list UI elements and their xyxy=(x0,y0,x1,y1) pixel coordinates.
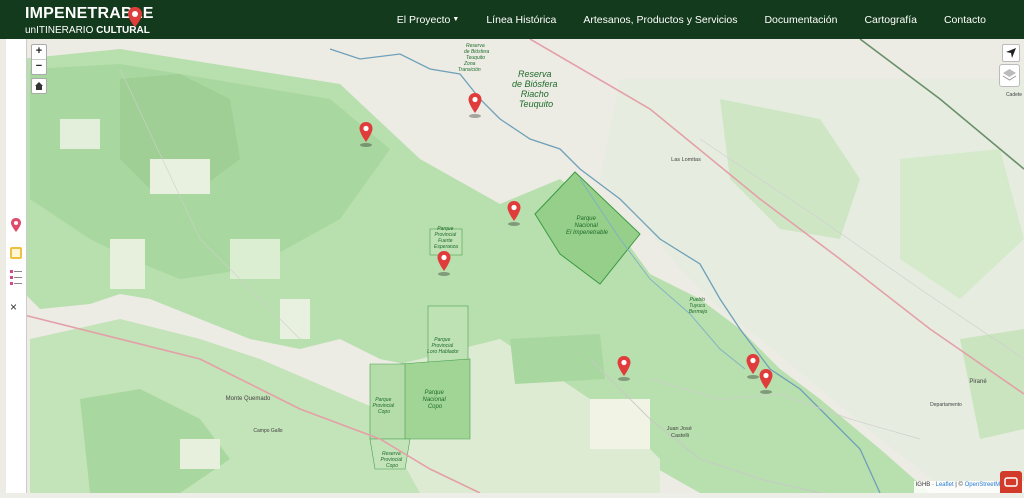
logo-pin-icon xyxy=(128,7,142,27)
attribution-sep: | © xyxy=(953,482,965,488)
logo-main: ITINERARIO xyxy=(36,25,94,36)
legend-list-icon[interactable] xyxy=(9,269,23,289)
navigation-arrow-icon xyxy=(1006,48,1016,58)
map-marker-icon[interactable] xyxy=(358,121,374,147)
navbar: IMPENETRABLE unITINERARIO CULTURAL El Pr… xyxy=(0,0,1024,39)
book-icon[interactable] xyxy=(8,245,24,261)
nav-cartografia[interactable]: Cartografía xyxy=(864,14,917,26)
attribution-prefix: IGHB · xyxy=(915,482,936,488)
svg-text:Campo Gallo: Campo Gallo xyxy=(253,428,282,434)
layer-sidebar[interactable]: × xyxy=(6,39,27,493)
nav-linea-historica[interactable]: Línea Histórica xyxy=(486,14,556,26)
svg-text:Las Lomitas: Las Lomitas xyxy=(671,157,701,163)
close-icon[interactable]: × xyxy=(10,300,17,314)
svg-text:Departamento: Departamento xyxy=(930,402,962,408)
map-marker-icon[interactable] xyxy=(467,92,483,118)
leaflet-link[interactable]: Leaflet xyxy=(936,482,954,488)
svg-text:Pueblo Tuyucu Berm: Pueblo Tuyucu Bermejo xyxy=(689,297,708,315)
caret-down-icon: ▼ xyxy=(452,16,460,24)
logo-prefix: un xyxy=(25,25,37,36)
map-marker-icon[interactable] xyxy=(616,355,632,381)
svg-text:Monte Quemado: Monte Quemado xyxy=(226,396,271,402)
layers-button[interactable] xyxy=(999,64,1020,87)
home-button[interactable] xyxy=(31,78,47,94)
map-marker-icon[interactable] xyxy=(506,200,522,226)
zoom-out-button[interactable]: − xyxy=(32,60,46,74)
nav-artesanos[interactable]: Artesanos, Productos y Servicios xyxy=(583,14,737,26)
map-pin-icon[interactable] xyxy=(10,217,22,233)
layers-icon xyxy=(1002,69,1017,81)
nav-contacto[interactable]: Contacto xyxy=(944,14,986,26)
locate-button[interactable] xyxy=(1002,44,1020,62)
nav-documentacion[interactable]: Documentación xyxy=(764,14,837,26)
nav-el-proyecto-label: El Proyecto xyxy=(396,13,451,26)
map-tiles: Reserva de Biósfera Teuquito Zona Transición… xyxy=(0,39,1024,493)
site-logo[interactable]: IMPENETRABLE unITINERARIO CULTURAL xyxy=(25,4,153,36)
home-icon xyxy=(35,82,43,90)
chat-icon xyxy=(1004,477,1018,487)
main-nav: El Proyecto ▼ Línea Histórica Artesanos, … xyxy=(370,0,986,39)
map-marker-icon[interactable] xyxy=(758,368,774,394)
zoom-control: + − xyxy=(31,44,47,75)
svg-text:Cadete: Cadete xyxy=(1006,92,1022,98)
svg-text:Pirané: Pirané xyxy=(969,379,987,385)
nav-el-proyecto[interactable]: El Proyecto ▼ xyxy=(397,14,460,26)
map-canvas[interactable]: Reserva de Biósfera Teuquito Zona Transición… xyxy=(0,39,1024,493)
zoom-in-button[interactable]: + xyxy=(32,45,46,60)
map-marker-icon[interactable] xyxy=(436,250,452,276)
help-chat-button[interactable] xyxy=(1000,471,1022,493)
